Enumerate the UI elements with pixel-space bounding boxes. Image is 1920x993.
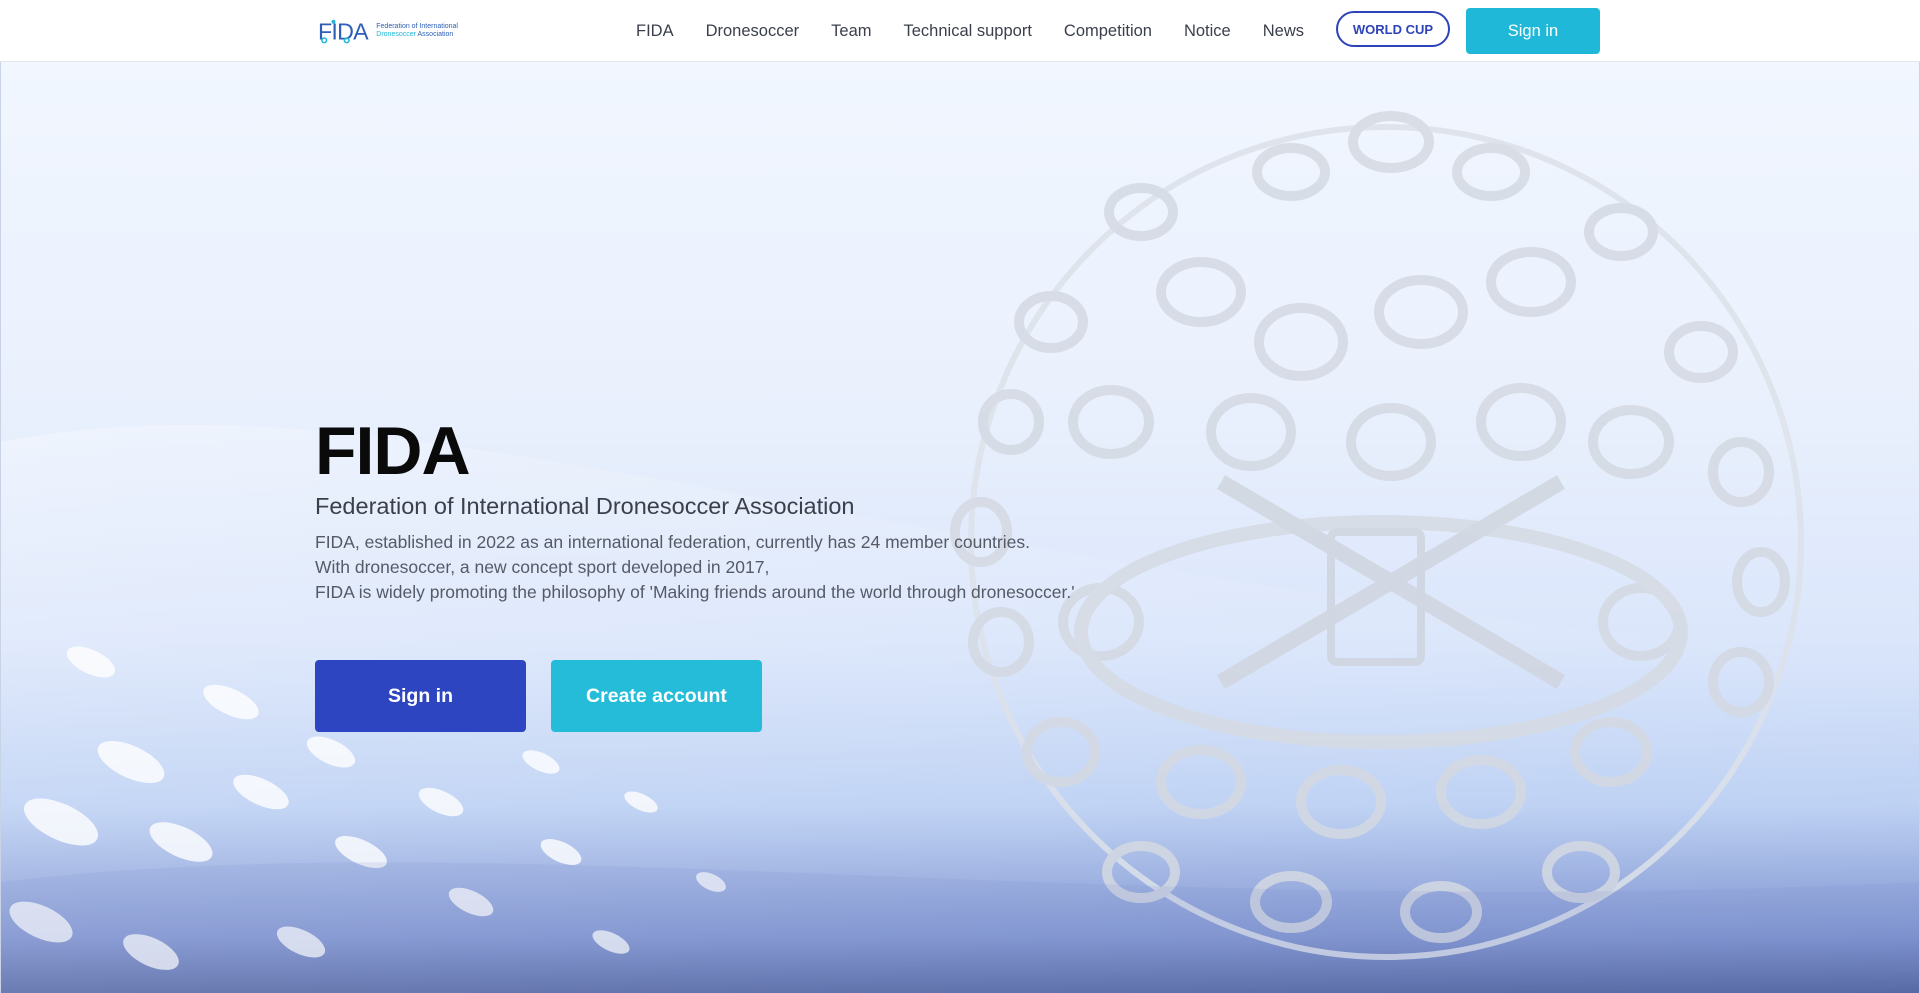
hero-subtitle: Federation of International Dronesoccer … bbox=[315, 493, 855, 519]
logo-text: Federation of International Dronesoccer … bbox=[376, 23, 458, 39]
main-nav: FIDA Dronesoccer Team Technical support … bbox=[636, 0, 1304, 62]
hero-description: FIDA, established in 2022 as an internat… bbox=[315, 530, 1075, 605]
hero-title: FIDA bbox=[315, 413, 471, 489]
nav-item-technical-support[interactable]: Technical support bbox=[904, 22, 1032, 41]
nav-item-notice[interactable]: Notice bbox=[1184, 22, 1231, 41]
hero-description-line: FIDA, established in 2022 as an internat… bbox=[315, 532, 1030, 552]
nav-item-dronesoccer[interactable]: Dronesoccer bbox=[706, 22, 800, 41]
logo-line-2-accent: Dronesoccer bbox=[376, 31, 416, 38]
nav-item-news[interactable]: News bbox=[1263, 22, 1304, 41]
logo-line-2-rest: Association bbox=[415, 31, 454, 38]
hero-description-line: FIDA is widely promoting the philosophy … bbox=[315, 582, 1075, 602]
hero-section: FIDA Federation of International Droneso… bbox=[0, 62, 1920, 993]
nav-item-competition[interactable]: Competition bbox=[1064, 22, 1152, 41]
nav-item-team[interactable]: Team bbox=[831, 22, 871, 41]
fida-logo-icon: FIDA bbox=[318, 19, 370, 45]
fida-logo[interactable]: FIDA Federation of International Droneso… bbox=[318, 13, 458, 49]
hero-content: FIDA Federation of International Droneso… bbox=[315, 62, 1215, 993]
site-header: FIDA Federation of International Droneso… bbox=[0, 0, 1920, 62]
create-account-button[interactable]: Create account bbox=[551, 660, 762, 732]
header-sign-in-button[interactable]: Sign in bbox=[1466, 8, 1600, 54]
hero-sign-in-button[interactable]: Sign in bbox=[315, 660, 526, 732]
logo-line-1: Federation of International bbox=[376, 23, 458, 30]
world-cup-button[interactable]: WORLD CUP bbox=[1336, 11, 1450, 47]
svg-text:FIDA: FIDA bbox=[318, 19, 369, 45]
hero-description-line: With dronesoccer, a new concept sport de… bbox=[315, 557, 770, 577]
nav-item-fida[interactable]: FIDA bbox=[636, 22, 674, 41]
logo-line-2: Dronesoccer Association bbox=[376, 31, 458, 39]
